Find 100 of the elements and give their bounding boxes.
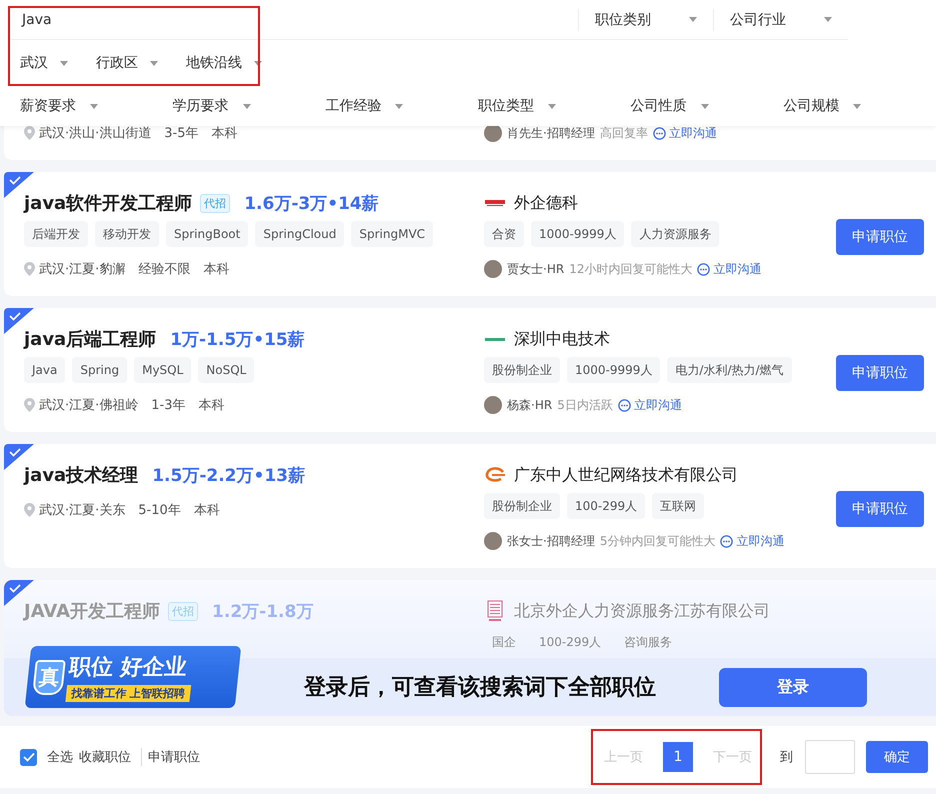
- footer-action-link[interactable]: 收藏职位: [79, 748, 131, 766]
- apply-button[interactable]: 申请职位: [836, 491, 924, 527]
- caret-icon: [548, 104, 556, 108]
- recruiter-activity: 5分钟内回复可能性大: [600, 532, 716, 550]
- company-tag: 合资: [484, 221, 524, 247]
- job-education: 本科: [203, 261, 230, 278]
- avatar: [484, 532, 502, 550]
- company-tag: 1000-9999人: [531, 221, 624, 247]
- job-experience: 3-5年: [164, 125, 198, 142]
- recruiter-name: 张女士·招聘经理: [507, 532, 595, 550]
- goto-label: 到: [780, 749, 793, 766]
- caret-icon: [90, 104, 98, 108]
- job-location: 武汉·江夏·关东: [39, 502, 126, 519]
- chat-link[interactable]: 立即沟通: [720, 532, 784, 550]
- chat-link[interactable]: 立即沟通: [652, 124, 717, 142]
- company-tag: 股份制企业: [484, 493, 560, 519]
- chat-link[interactable]: 立即沟通: [618, 396, 682, 414]
- recruiter-activity: 高回复率: [600, 124, 648, 142]
- job-experience: 经验不限: [138, 261, 190, 278]
- caret-icon: [824, 17, 832, 22]
- caret-icon: [242, 104, 251, 108]
- company-tag: 国企: [484, 629, 524, 655]
- job-education: 本科: [194, 502, 220, 519]
- skill-tag: Spring: [72, 357, 128, 383]
- company-tag: 电力/水利/热力/燃气: [667, 357, 792, 383]
- apply-button[interactable]: 申请职位: [836, 355, 924, 391]
- avatar: [484, 396, 502, 414]
- job-salary: 1.2万-1.8万: [212, 600, 314, 622]
- company-tag: 1000-9999人: [567, 357, 660, 383]
- caret-icon: [689, 17, 697, 22]
- caret-icon: [254, 60, 262, 66]
- job-education: 本科: [198, 397, 224, 414]
- recruiter-name: 杨森·HR: [507, 396, 552, 414]
- login-button[interactable]: 登录: [719, 668, 867, 706]
- company-name[interactable]: 广东中人世纪网络技术有限公司: [514, 464, 738, 486]
- shield-badge: 真: [32, 660, 66, 694]
- job-salary: 1.6万-3万•14薪: [244, 192, 379, 214]
- skill-tag: 后端开发: [24, 221, 88, 247]
- filter-dropdown[interactable]: 公司规模: [783, 97, 936, 115]
- filter-dropdown[interactable]: 学历要求: [172, 97, 326, 115]
- caret-icon: [395, 104, 404, 108]
- company-tag: 股份制企业: [484, 357, 560, 383]
- select-all-label: 全选: [47, 749, 73, 766]
- skill-tag: 移动开发: [95, 221, 159, 247]
- job-experience: 1-3年: [151, 397, 186, 414]
- filter-dropdown[interactable]: 工作经验: [325, 97, 478, 115]
- avatar: [484, 260, 502, 278]
- confirm-button[interactable]: 确定: [866, 741, 928, 773]
- chat-bubble-icon: [652, 126, 666, 140]
- skill-tag: Java: [24, 357, 66, 383]
- caret-icon: [700, 104, 709, 108]
- location-pin-icon: [24, 398, 35, 412]
- company-tag: 咨询服务: [616, 629, 680, 655]
- filter-dropdown[interactable]: 武汉: [20, 54, 68, 72]
- banner-title: 职位 好企业: [67, 654, 188, 682]
- job-title[interactable]: java技术经理: [24, 463, 138, 487]
- caret-icon: [150, 60, 158, 66]
- job-location: 武汉·洪山·洪山街道: [39, 125, 152, 142]
- chat-bubble-icon: [697, 262, 710, 276]
- checkbox[interactable]: [20, 748, 37, 766]
- filter-dropdown[interactable]: 公司性质: [630, 97, 784, 115]
- chat-bubble-icon: [720, 534, 734, 548]
- job-title[interactable]: java软件开发工程师: [24, 191, 192, 215]
- location-pin-icon: [24, 262, 35, 276]
- job-location: 武汉·江夏·佛祖岭: [39, 397, 138, 414]
- filter-dropdown[interactable]: 薪资要求: [20, 97, 173, 115]
- checkmark-icon: [22, 752, 34, 762]
- caret-icon: [60, 60, 68, 66]
- agency-badge: 代招: [168, 602, 198, 620]
- recruiter-name: 肖先生·招聘经理: [507, 124, 595, 142]
- job-salary: 1万-1.5万•15薪: [170, 328, 305, 350]
- company-name[interactable]: 外企德科: [514, 192, 578, 214]
- job-education: 本科: [212, 125, 238, 142]
- recruiter-name: 贾女士·HR: [507, 260, 564, 278]
- filter-dropdown[interactable]: 公司行业: [713, 8, 848, 30]
- filter-dropdown[interactable]: 职位类别: [578, 8, 713, 30]
- filter-dropdown[interactable]: 行政区: [96, 54, 158, 72]
- page-number[interactable]: 1: [663, 742, 693, 772]
- apply-button[interactable]: 申请职位: [836, 219, 924, 255]
- filter-dropdown[interactable]: 地铁沿线: [186, 54, 262, 72]
- filter-dropdown[interactable]: 职位类型: [478, 97, 631, 115]
- skill-tag: NoSQL: [198, 357, 254, 383]
- login-message: 登录后，可查看该搜索词下全部职位: [304, 674, 656, 702]
- banner-slogan: 找靠谱工作 上智联招聘: [65, 685, 191, 702]
- job-experience: 5-10年: [138, 502, 181, 519]
- company-tag: 人力资源服务: [631, 221, 720, 247]
- page-input-field[interactable]: [805, 740, 855, 774]
- company-tag: 100-299人: [531, 629, 610, 655]
- skill-tag: SpringMVC: [351, 221, 434, 247]
- caret-icon: [853, 104, 862, 108]
- chat-link[interactable]: 立即沟通: [697, 260, 762, 278]
- chat-bubble-icon: [618, 398, 631, 412]
- recruiter-activity: 12小时内回复可能性大: [569, 260, 692, 278]
- skill-tag: SpringBoot: [166, 221, 248, 247]
- company-name[interactable]: 深圳中电技术: [514, 328, 610, 350]
- job-title[interactable]: java后端工程师: [24, 327, 156, 351]
- skill-tag: MySQL: [134, 357, 192, 383]
- job-location: 武汉·江夏·豹澥: [39, 261, 126, 278]
- footer-action-link[interactable]: 申请职位: [148, 748, 200, 766]
- company-tag: 互联网: [652, 493, 704, 519]
